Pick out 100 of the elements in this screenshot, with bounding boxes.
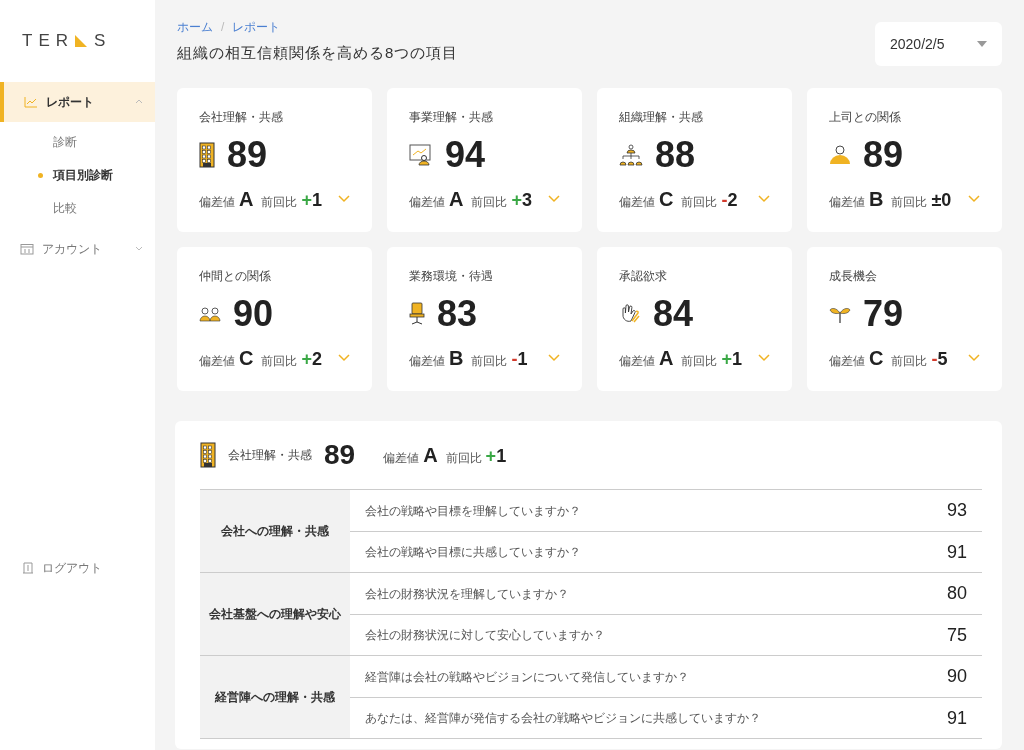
question-text: あなたは、経営陣が発信する会社の戦略やビジョンに共感していますか？ <box>365 710 761 727</box>
logo-text: S <box>94 30 112 52</box>
grade-label: 偏差値 <box>199 353 235 370</box>
card-title: 会社理解・共感 <box>199 109 284 126</box>
change-value: -1 <box>511 348 528 371</box>
presentation-icon <box>409 144 433 166</box>
change-value: -2 <box>721 189 738 212</box>
score-card[interactable]: 成長機会 79 偏差値 C 前回比 -5 <box>807 247 1002 391</box>
change-value: +1 <box>721 348 742 371</box>
card-title: 上司との関係 <box>829 109 902 126</box>
building-icon <box>199 142 215 168</box>
grade-label: 偏差値 <box>829 194 865 211</box>
chevron-down-icon[interactable] <box>338 195 350 203</box>
card-title: 業務環境・待遇 <box>409 268 494 285</box>
grade-label: 偏差値 <box>619 353 655 370</box>
change-label: 前回比 <box>891 194 928 211</box>
chevron-icon <box>135 99 143 104</box>
score: 83 <box>437 296 478 332</box>
chevron-icon <box>135 246 143 251</box>
question-score: 75 <box>946 623 967 647</box>
grade: A <box>239 187 254 212</box>
group-label: 経営陣への理解・共感 <box>200 656 350 738</box>
clapping-hands-icon <box>619 303 641 325</box>
question-text: 会社の戦略や目標に共感していますか？ <box>365 544 581 561</box>
score: 90 <box>233 296 274 332</box>
score-card[interactable]: 会社理解・共感 89 偏差値 A 前回比 +1 <box>177 88 372 232</box>
chevron-down-icon[interactable] <box>968 195 980 203</box>
nav-subitem[interactable]: 診断 <box>0 125 155 159</box>
door-icon <box>22 561 34 574</box>
breadcrumb-link[interactable]: レポート <box>232 18 281 36</box>
question-score: 91 <box>946 706 967 730</box>
nav-item[interactable]: レポート <box>0 81 155 122</box>
grade: A <box>659 346 674 371</box>
card-title: 組織理解・共感 <box>619 109 704 126</box>
change-value: +1 <box>485 445 507 468</box>
change-label: 前回比 <box>445 450 482 467</box>
people-icon <box>199 306 221 322</box>
chevron-down-icon[interactable] <box>548 354 560 362</box>
grade-label: 偏差値 <box>383 450 420 467</box>
card-title: 成長機会 <box>829 268 878 285</box>
card-title: 事業理解・共感 <box>409 109 494 126</box>
score-card[interactable]: 業務環境・待遇 83 偏差値 B 前回比 -1 <box>387 247 582 391</box>
score: 89 <box>324 438 356 472</box>
person-icon <box>829 145 851 165</box>
chevron-down-icon[interactable] <box>758 195 770 203</box>
change-value: ±0 <box>931 189 952 212</box>
score-card[interactable]: 事業理解・共感 94 偏差値 A 前回比 +3 <box>387 88 582 232</box>
change-label: 前回比 <box>261 194 298 211</box>
card-title: 承認欲求 <box>619 268 668 285</box>
building-icon <box>200 442 216 468</box>
breadcrumb-link[interactable]: ホーム <box>177 18 213 36</box>
breadcrumb-separator: / <box>221 19 225 36</box>
score-card[interactable]: 上司との関係 89 偏差値 B 前回比 ±0 <box>807 88 1002 232</box>
page-title: 組織の相互信頼関係を高める8つの項目 <box>177 43 459 63</box>
score: 88 <box>655 137 696 173</box>
grade: A <box>449 187 464 212</box>
chair-icon <box>409 302 425 326</box>
nav-subitem[interactable]: 比較 <box>0 191 155 225</box>
score: 79 <box>863 296 904 332</box>
grade-label: 偏差値 <box>619 194 655 211</box>
grade: C <box>239 346 254 371</box>
chevron-down-icon[interactable] <box>338 354 350 362</box>
question-score: 93 <box>946 499 967 522</box>
grade: C <box>659 187 674 212</box>
change-label: 前回比 <box>471 194 508 211</box>
logo-text: TER <box>22 30 74 52</box>
score: 84 <box>653 296 694 332</box>
score: 94 <box>445 137 486 173</box>
question-text: 会社の戦略や目標を理解していますか？ <box>365 502 581 520</box>
score: 89 <box>863 137 904 173</box>
logout-link[interactable]: ログアウト <box>0 558 155 577</box>
change-value: +3 <box>511 189 532 212</box>
hierarchy-icon <box>619 144 643 166</box>
grade: C <box>869 346 884 371</box>
change-label: 前回比 <box>471 353 508 370</box>
score-card[interactable]: 組織理解・共感 88 偏差値 C 前回比 -2 <box>597 88 792 232</box>
chart-icon <box>24 95 38 108</box>
chevron-down-icon[interactable] <box>758 354 770 362</box>
score: 89 <box>227 137 268 173</box>
question-score: 80 <box>946 582 967 605</box>
grade-label: 偏差値 <box>409 194 445 211</box>
question-text: 会社の財務状況に対して安心していますか？ <box>365 627 605 644</box>
nav-subitem[interactable]: 項目別診断 <box>0 158 155 192</box>
grade-label: 偏差値 <box>409 353 445 370</box>
group-label: 会社基盤への理解や安心 <box>200 573 350 655</box>
change-value: +2 <box>301 348 322 371</box>
detail-title: 会社理解・共感 <box>228 447 312 464</box>
score-card[interactable]: 承認欲求 84 偏差値 A 前回比 +1 <box>597 247 792 391</box>
group-label: 会社への理解・共感 <box>200 490 350 572</box>
score-card[interactable]: 仲間との関係 90 偏差値 C 前回比 +2 <box>177 247 372 391</box>
chevron-down-icon[interactable] <box>968 354 980 362</box>
grade: A <box>423 443 438 468</box>
date-select[interactable]: 2020/2/5 <box>875 22 1002 66</box>
grade-label: 偏差値 <box>199 194 235 211</box>
nav-item[interactable]: アカウント <box>0 228 155 269</box>
logo-mark-icon <box>74 33 88 48</box>
change-label: 前回比 <box>261 353 298 370</box>
grade: B <box>449 346 464 371</box>
chevron-down-icon[interactable] <box>548 195 560 203</box>
grade: B <box>869 187 884 212</box>
